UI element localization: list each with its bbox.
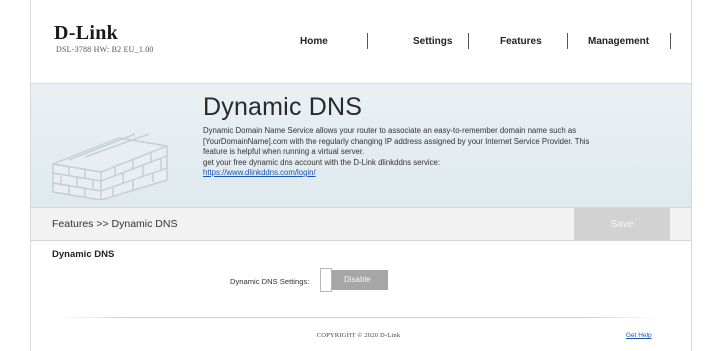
description-line: get your free dynamic dns account with t…: [203, 157, 441, 167]
brick-wall-icon: [52, 133, 168, 200]
footer-divider: [58, 317, 658, 318]
header: D-Link DSL-3788 HW: B2 EU_1.00 Home Sett…: [31, 0, 691, 83]
toggle-knob[interactable]: [320, 268, 332, 292]
dynamic-dns-settings-label: Dynamic DNS Settings:: [230, 277, 310, 286]
nav-divider: [567, 33, 568, 49]
breadcrumb-bar: Features >> Dynamic DNS Save: [31, 207, 691, 241]
description-line: Dynamic Domain Name Service allows your …: [203, 126, 577, 135]
dynamic-dns-toggle[interactable]: Disable: [320, 268, 388, 292]
section-title: Dynamic DNS: [52, 249, 115, 260]
breadcrumb: Features >> Dynamic DNS: [52, 218, 178, 230]
nav-settings[interactable]: Settings: [413, 36, 452, 47]
dlinkddns-link[interactable]: https://www.dlinkddns.com/login/: [203, 168, 683, 179]
banner-description: Dynamic Domain Name Service allows your …: [203, 126, 683, 179]
nav-home[interactable]: Home: [300, 36, 328, 47]
copyright-text: COPYRIGHT © 2020 D-Link: [316, 332, 401, 339]
page-title: Dynamic DNS: [203, 93, 363, 121]
save-button[interactable]: Save: [574, 208, 670, 240]
description-line: [YourDomainName].com with the regularly …: [203, 136, 590, 146]
feature-banner: Dynamic DNS Dynamic Domain Name Service …: [31, 83, 691, 207]
page-frame-right: [691, 0, 692, 351]
toggle-state-label: Disable: [344, 275, 371, 284]
get-help-link[interactable]: Get Help: [626, 332, 652, 339]
description-line: feature is helpful when running a virtua…: [203, 147, 365, 156]
nav-management[interactable]: Management: [588, 36, 649, 47]
nav-features[interactable]: Features: [500, 36, 542, 47]
nav-divider: [468, 33, 469, 49]
main-nav: Home Settings Features Management: [31, 33, 691, 51]
nav-divider: [670, 33, 671, 49]
nav-divider: [367, 33, 368, 49]
